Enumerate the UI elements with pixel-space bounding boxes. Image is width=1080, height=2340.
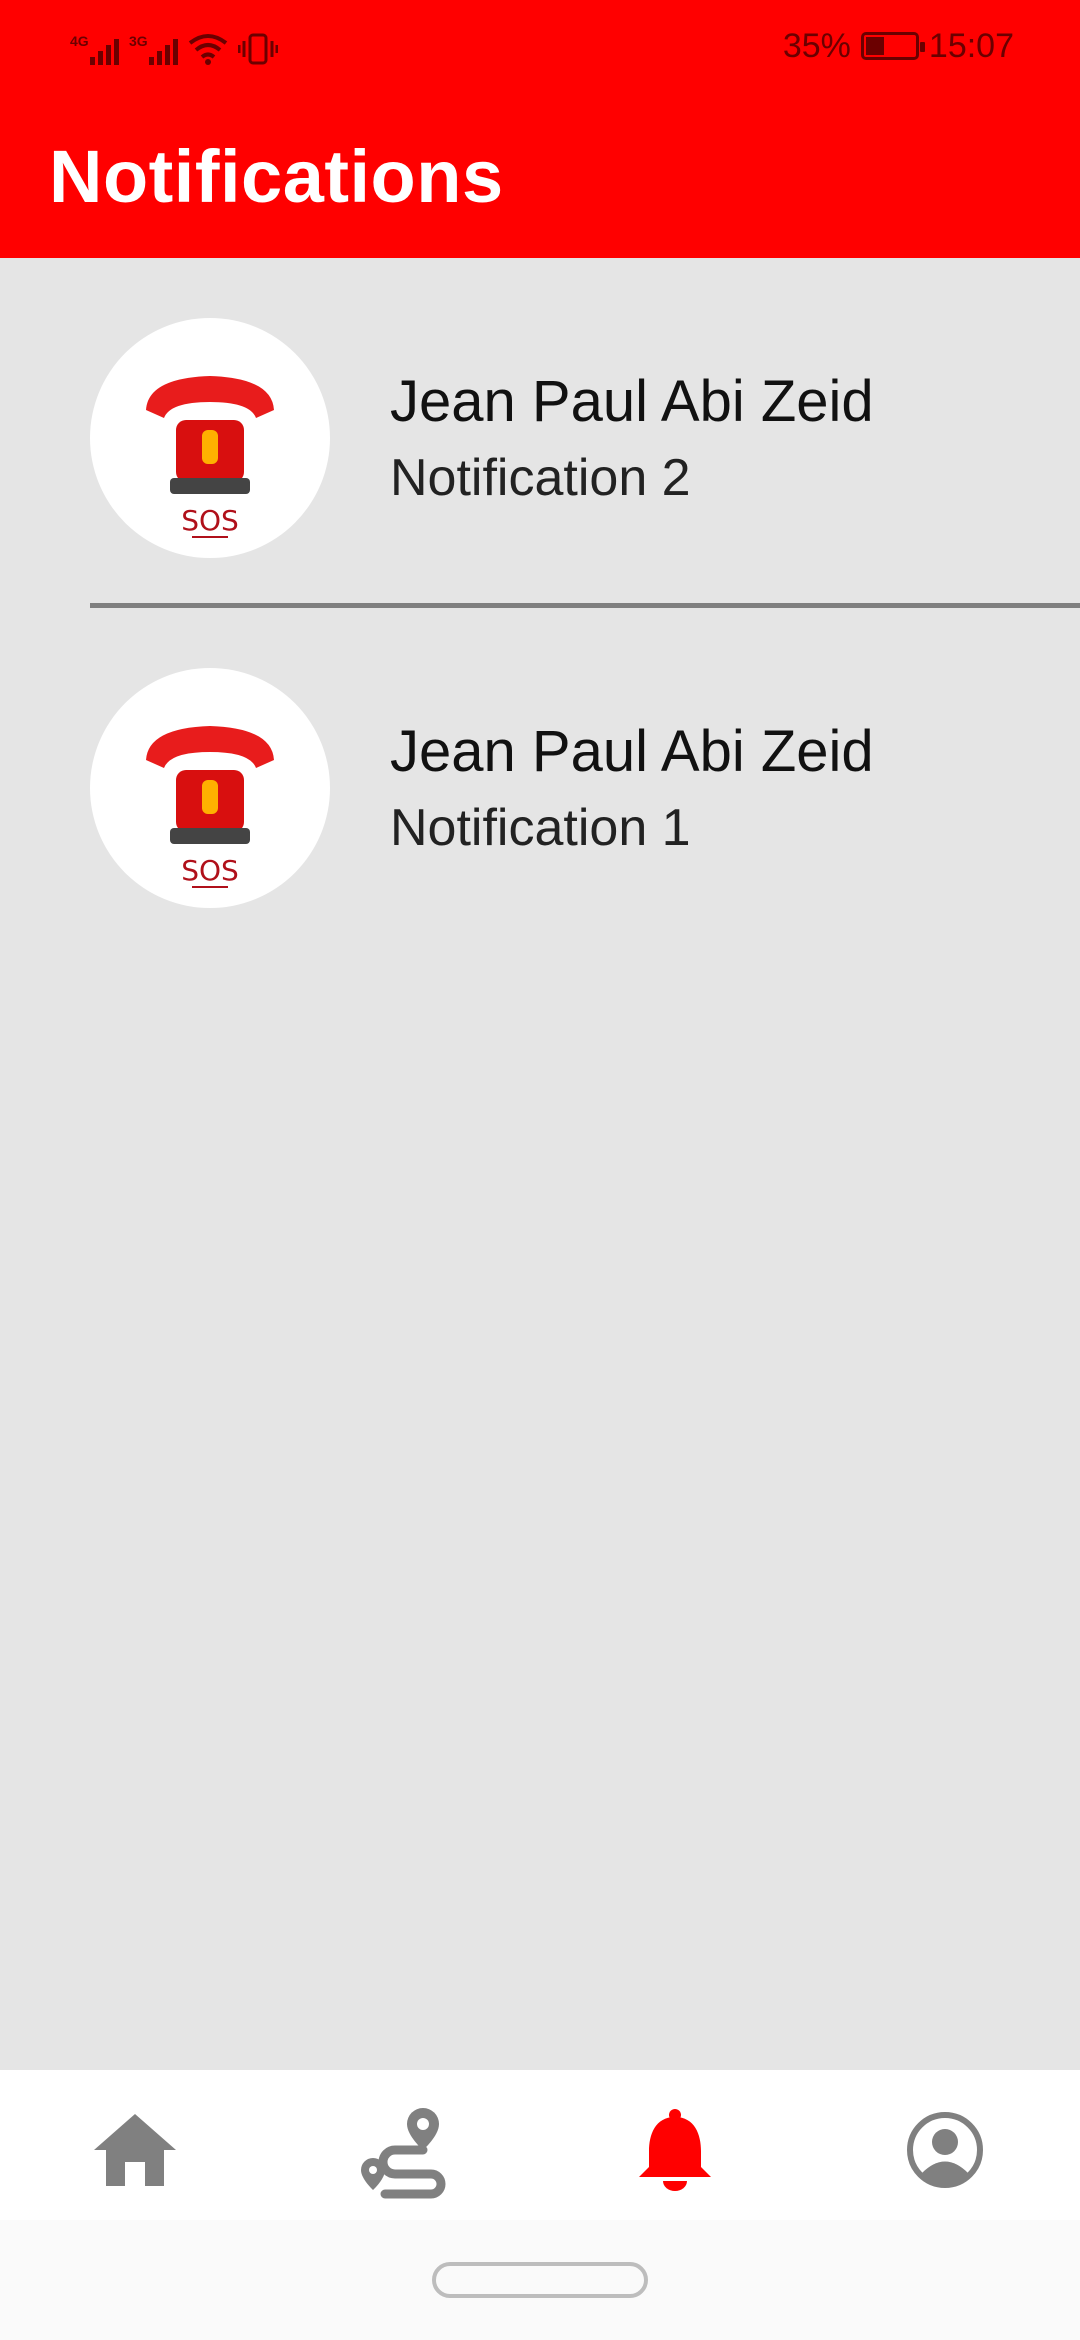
- battery-percent: 35%: [782, 26, 851, 65]
- home-icon: [94, 2114, 176, 2186]
- list-item[interactable]: SOS Jean Paul Abi Zeid Notification 2: [0, 318, 1080, 578]
- sender-name: Jean Paul Abi Zeid: [390, 369, 874, 434]
- sender-name: Jean Paul Abi Zeid: [390, 719, 874, 784]
- cellular-signal-icon: 4G: [70, 33, 119, 65]
- svg-text:SOS: SOS: [181, 854, 239, 887]
- clock: 15:07: [928, 26, 1014, 65]
- vibrate-icon: [238, 33, 278, 65]
- network-type-label: 3G: [129, 33, 148, 49]
- nav-notifications[interactable]: [625, 2100, 725, 2200]
- network-type-label: 4G: [70, 33, 89, 49]
- bottom-navigation: [0, 2070, 1080, 2220]
- svg-text:SOS: SOS: [181, 504, 239, 537]
- status-bar: 4G 3G 35% 15:07: [0, 0, 1080, 90]
- nav-routes[interactable]: [355, 2100, 455, 2200]
- status-icons-left: 4G 3G: [70, 25, 278, 65]
- page-title: Notifications: [49, 135, 504, 218]
- nav-profile[interactable]: [895, 2100, 995, 2200]
- nav-home[interactable]: [85, 2100, 185, 2200]
- status-icons-right: 35% 15:07: [783, 26, 1014, 66]
- cellular-signal-icon: 3G: [129, 33, 178, 65]
- sos-avatar: SOS: [90, 668, 330, 908]
- wifi-icon: [188, 34, 228, 65]
- sos-avatar: SOS: [90, 318, 330, 558]
- sos-phone-icon: SOS: [146, 726, 274, 888]
- list-item[interactable]: SOS Jean Paul Abi Zeid Notification 1: [0, 668, 1080, 928]
- system-gesture-area: [0, 2220, 1080, 2340]
- app-header: 4G 3G 35% 15:07 Notifications: [0, 0, 1080, 258]
- route-icon: [361, 2108, 446, 2199]
- list-divider: [90, 603, 1080, 608]
- account-circle-icon: [907, 2112, 983, 2188]
- bell-icon: [639, 2109, 711, 2191]
- home-gesture-handle[interactable]: [432, 2262, 648, 2298]
- notification-text: Notification 2: [390, 449, 691, 507]
- battery-icon: [860, 32, 925, 60]
- sos-phone-icon: SOS: [146, 376, 274, 538]
- notification-text: Notification 1: [390, 799, 691, 857]
